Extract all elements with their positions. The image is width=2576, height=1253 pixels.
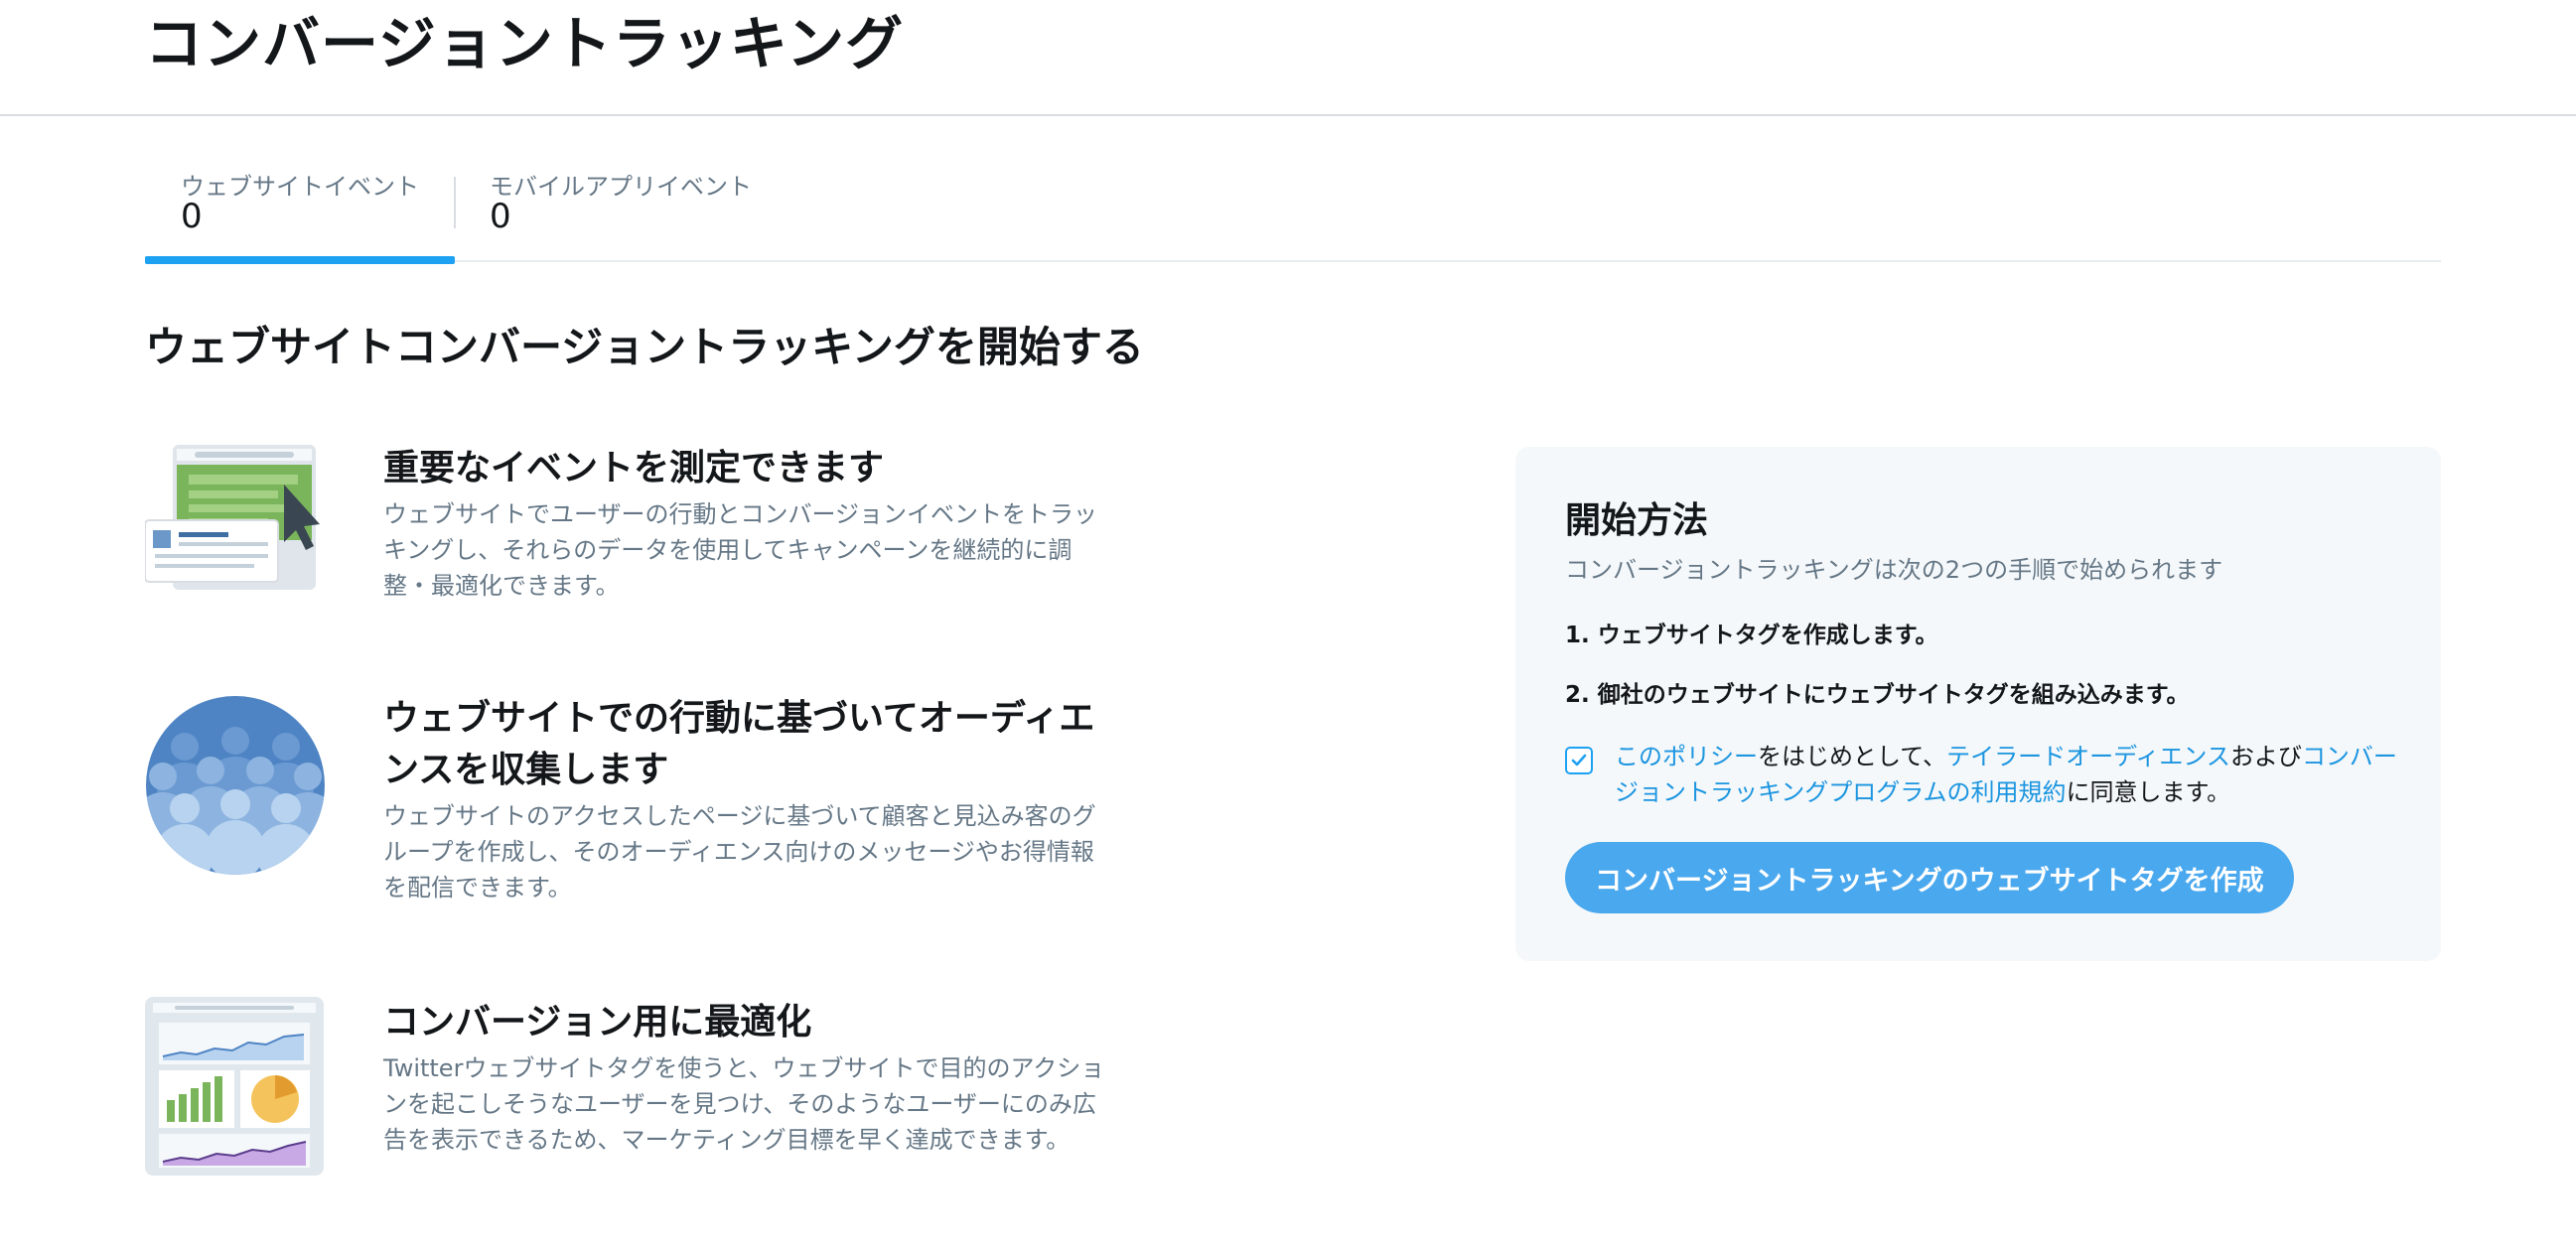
tab-label: ウェブサイトイベント [181,173,419,201]
agreement-text: このポリシーをはじめとして、テイラードオーディエンスおよびコンバージョントラッキ… [1615,739,2399,810]
title-line: ウェブサイトでの行動に基づいてオーディエ [383,698,1095,739]
description-line: ループを作成し、そのオーディエンス向けのメッセージやお得情報 [383,838,1094,866]
create-website-tag-button[interactable]: コンバージョントラッキングのウェブサイトタグを作成 [1565,842,2294,913]
getting-started-card: 開始方法 コンバージョントラッキングは次の2つの手順で始められます 1. ウェブ… [1515,447,2441,961]
page-header: コンバージョントラッキング [0,0,2576,116]
feature-measure-events: 重要なイベントを測定できます ウェブサイトでユーザーの行動とコンバージョンイベン… [144,443,1138,602]
feature-text: ウェブサイトでの行動に基づいてオーディエ ンスを収集します ウェブサイトのアクセ… [383,693,1158,905]
audience-icon [145,695,326,880]
agreement-text-part: に同意します。 [2066,778,2231,806]
feature-text: 重要なイベントを測定できます ウェブサイトでユーザーの行動とコンバージョンイベン… [383,443,1158,604]
description-line: ウェブサイトでユーザーの行動とコンバージョンイベントをトラッ [383,500,1098,528]
checkmark-icon [1571,754,1587,766]
description-line: Twitterウェブサイトタグを使うと、ウェブサイトで目的のアクショ [383,1054,1105,1082]
feature-text: コンバージョン用に最適化 Twitterウェブサイトタグを使うと、ウェブサイトで… [383,997,1158,1158]
agreement-text-part: および [2229,743,2302,770]
policy-link[interactable]: このポリシー [1615,743,1758,770]
feature-description: ウェブサイトのアクセスしたページに基づいて顧客と見込み客のグ ループを作成し、そ… [383,798,1158,905]
description-line: ンを起こしそうなユーザーを見つけ、そのようなユーザーにのみ広 [383,1090,1096,1118]
card-subtitle: コンバージョントラッキングは次の2つの手順で始められます [1565,556,2223,584]
feature-description: Twitterウェブサイトタグを使うと、ウェブサイトで目的のアクショ ンを起こし… [383,1050,1158,1158]
tab-mobile-app-events[interactable]: モバイルアプリイベント 0 [456,159,752,262]
feature-title: ウェブサイトでの行動に基づいてオーディエ ンスを収集します [383,693,1158,796]
section-title: ウェブサイトコンバージョントラッキングを開始する [145,323,1144,371]
description-line: 告を表示できるため、マーケティング目標を早く達成できます。 [383,1126,1071,1154]
description-line: ウェブサイトのアクセスしたページに基づいて顧客と見込み客のグ [383,802,1096,830]
card-title: 開始方法 [1565,500,1709,541]
tab-label: モバイルアプリイベント [490,173,752,201]
agreement-checkbox[interactable] [1565,747,1593,774]
tab-website-events[interactable]: ウェブサイトイベント 0 [145,159,455,264]
tailored-audiences-link[interactable]: テイラードオーディエンス [1946,743,2230,770]
title-line: ンスを収集します [383,750,669,790]
webpage-cursor-icon [144,443,326,598]
feature-description: ウェブサイトでユーザーの行動とコンバージョンイベントをトラッ キングし、それらの… [383,496,1158,604]
description-line: キングし、それらのデータを使用してキャンペーンを継続的に調 [383,536,1073,564]
step-1: 1. ウェブサイトタグを作成します。 [1565,623,1938,648]
page-title: コンバージョントラッキング [145,10,905,77]
feature-audience: ウェブサイトでの行動に基づいてオーディエ ンスを収集します ウェブサイトのアクセ… [145,693,1138,911]
feature-title: 重要なイベントを測定できます [383,448,885,488]
tab-count: 0 [490,197,511,236]
event-tabs: ウェブサイトイベント 0 モバイルアプリイベント 0 [145,159,2441,264]
step-2: 2. 御社のウェブサイトにウェブサイトタグを組み込みます。 [1565,682,2190,708]
agreement-text-part: をはじめとして、 [1758,743,1947,770]
analytics-dashboard-icon [145,997,326,1182]
description-line: を配信できます。 [383,874,572,902]
tab-count: 0 [181,197,203,236]
feature-title: コンバージョン用に最適化 [383,1002,812,1043]
description-line: 整・最適化できます。 [383,572,620,600]
feature-optimize-conversions: コンバージョン用に最適化 Twitterウェブサイトタグを使うと、ウェブサイトで… [145,997,1138,1180]
